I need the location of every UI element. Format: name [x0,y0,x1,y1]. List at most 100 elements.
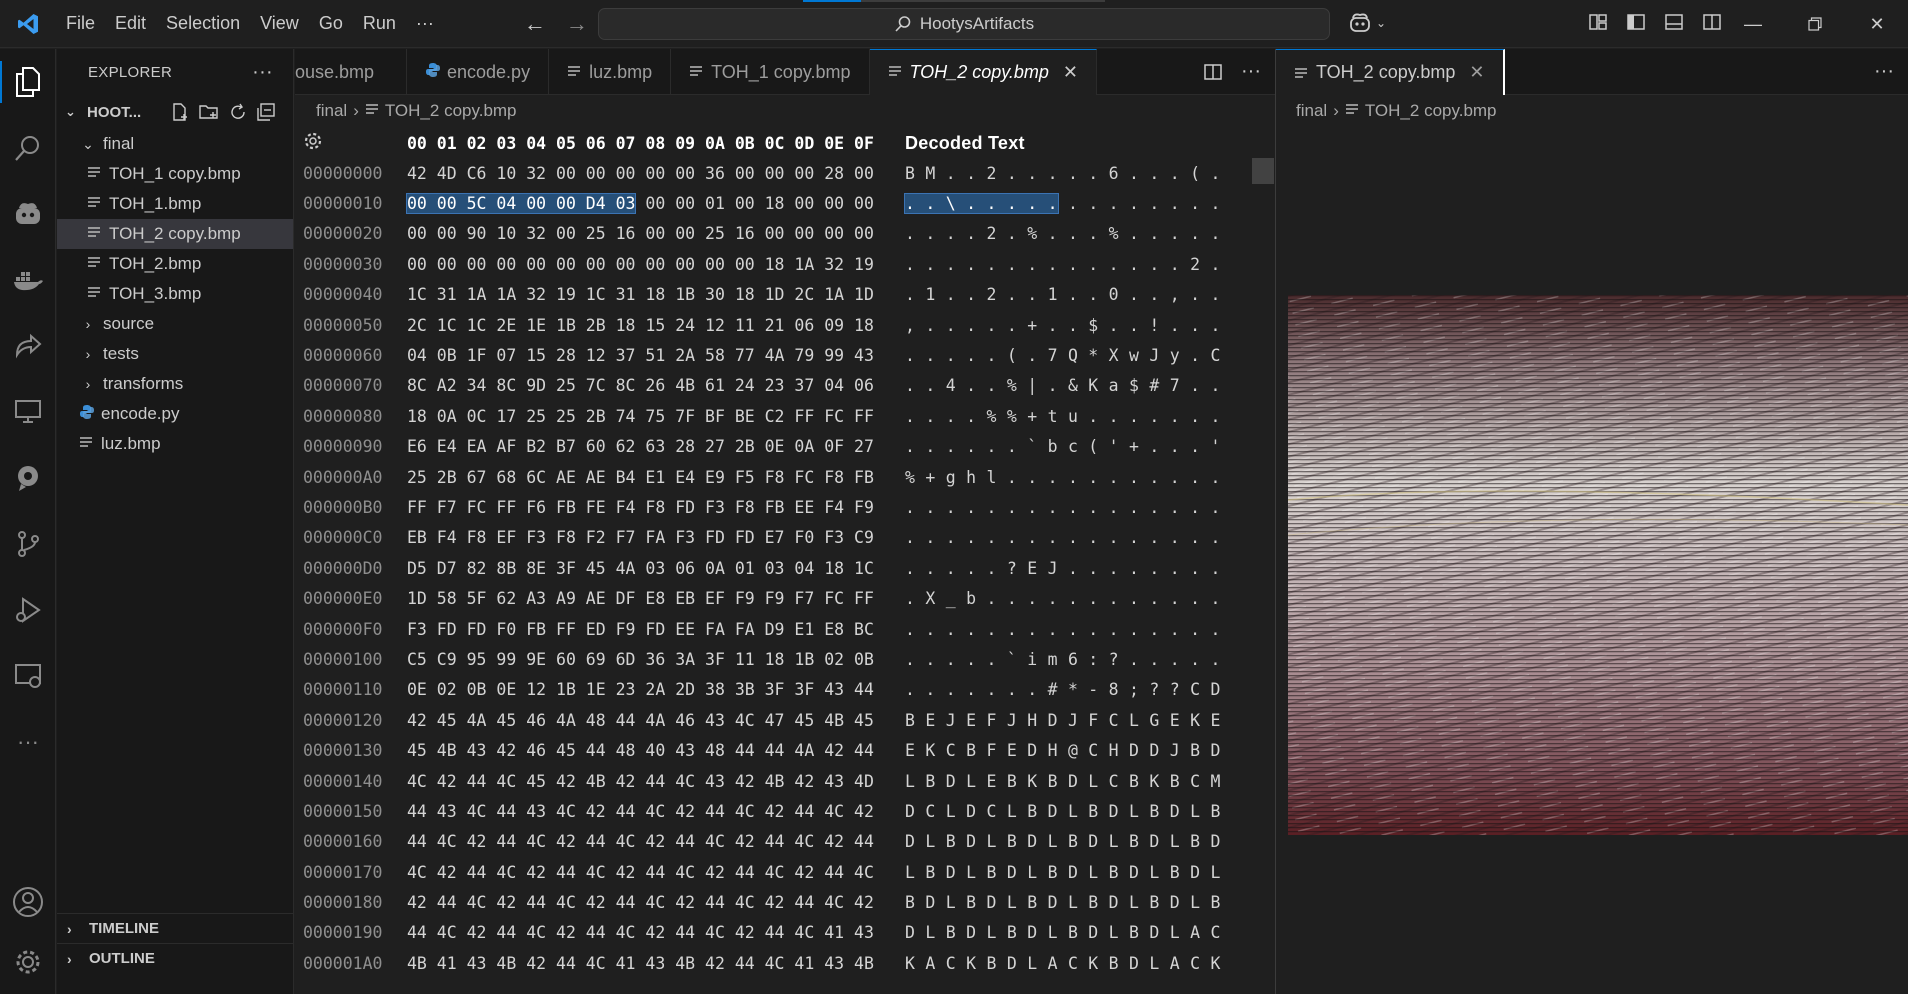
editor-tab[interactable]: TOH_1 copy.bmp [671,49,870,95]
command-center-search[interactable]: HootysArtifacts [598,8,1330,40]
run-debug-icon[interactable] [0,577,56,643]
hex-row[interactable]: 00000130 45 4B 43 42 46 45 44 48 40 43 48… [295,735,1275,765]
decoded-text[interactable]: . . . . . . . . . . . . . . 2 . [895,255,1235,274]
hex-row[interactable]: 00000010 00 00 5C 04 00 00 D4 03 00 00 01… [295,188,1275,218]
hex-row[interactable]: 00000160 44 4C 42 44 4C 42 44 4C 42 44 4C… [295,827,1275,857]
toggle-secondary-sidebar-icon[interactable] [1702,12,1722,32]
hex-bytes[interactable]: F3 FD FD F0 FB FF ED F9 FD EE FA FA D9 E… [407,620,895,639]
back-arrow-icon[interactable]: ← [524,11,546,37]
decoded-text[interactable]: % + g h l . . . . . . . . . . . [895,468,1235,487]
breadcrumb-folder[interactable]: final [316,101,347,121]
decoded-text[interactable]: . . 4 . . % | . & K a $ # 7 . . [895,376,1235,395]
hex-bytes[interactable]: E6 E4 EA AF B2 B7 60 62 63 28 27 2B 0E 0… [407,437,895,456]
live-share-icon[interactable] [0,313,56,379]
decoded-text[interactable]: . . . . . ? E J . . . . . . . . [895,559,1235,578]
hex-row[interactable]: 00000030 00 00 00 00 00 00 00 00 00 00 00… [295,249,1275,279]
hex-row[interactable]: 00000090 E6 E4 EA AF B2 B7 60 62 63 28 27… [295,432,1275,462]
hex-bytes[interactable]: 25 2B 67 68 6C AE AE B4 E1 E4 E9 F5 F8 F… [407,468,895,487]
remote-window-icon[interactable] [0,643,56,709]
editor-tab[interactable]: TOH_2 copy.bmp ✕ [869,49,1098,95]
more-actions-icon[interactable]: ··· [1874,60,1894,83]
tree-item[interactable]: ⌄ final [57,129,293,159]
hex-bytes[interactable]: 0E 02 0B 0E 12 1B 1E 23 2A 2D 38 3B 3F 3… [407,680,895,699]
hex-bytes[interactable]: 2C 1C 1C 2E 1E 1B 2B 18 15 24 12 11 21 0… [407,316,895,335]
hex-row[interactable]: 00000190 44 4C 42 44 4C 42 44 4C 42 44 4C… [295,918,1275,948]
tree-item[interactable]: TOH_3.bmp [57,279,293,309]
decoded-text[interactable]: . . . . 2 . % . . . % . . . . . [895,224,1235,243]
decoded-text[interactable]: . . . . % % + t u . . . . . . . [895,407,1235,426]
copilot-button[interactable]: ⌄ [1348,12,1386,34]
decoded-text[interactable]: K A C K B D L A C K B D L A C K [895,954,1235,973]
hex-row[interactable]: 000000F0 F3 FD FD F0 FB FF ED F9 FD EE FA… [295,614,1275,644]
hex-row[interactable]: 00000070 8C A2 34 8C 9D 25 7C 8C 26 4B 61… [295,371,1275,401]
close-tab-icon[interactable]: ✕ [1063,62,1078,83]
tree-item[interactable]: › transforms [57,369,293,399]
hex-bytes[interactable]: 8C A2 34 8C 9D 25 7C 8C 26 4B 61 24 23 3… [407,376,895,395]
hex-row[interactable]: 000000A0 25 2B 67 68 6C AE AE B4 E1 E4 E9… [295,462,1275,492]
hex-bytes[interactable]: 42 4D C6 10 32 00 00 00 00 00 36 00 00 0… [407,164,895,183]
tree-item[interactable]: › source [57,309,293,339]
hex-bytes[interactable]: C5 C9 95 99 9E 60 69 6D 36 3A 3F 11 18 1… [407,650,895,669]
more-actions-icon[interactable]: ··· [1241,60,1261,83]
hex-row[interactable]: 000000D0 D5 D7 82 8B 8E 3F 45 4A 03 06 0A… [295,553,1275,583]
more-views-icon[interactable]: ··· [0,709,56,775]
decoded-text[interactable]: L B D L B D L B D L B D L B D L [895,863,1235,882]
hex-bytes[interactable]: 44 4C 42 44 4C 42 44 4C 42 44 4C 42 44 4… [407,923,895,942]
close-tab-icon[interactable]: ✕ [1469,62,1484,83]
outline-section[interactable]: › OUTLINE [57,943,293,973]
decoded-text[interactable]: . . . . . ` i m 6 : ? . . . . . [895,650,1235,669]
hex-row[interactable]: 00000050 2C 1C 1C 2E 1E 1B 2B 18 15 24 12… [295,310,1275,340]
menu-file[interactable]: File [56,0,105,48]
customize-layout-icon[interactable] [1588,12,1608,32]
decoded-text[interactable]: D L B D L B D L B D L B D L A C [895,923,1235,942]
split-editor-icon[interactable] [1203,62,1223,82]
new-file-icon[interactable] [171,103,189,121]
remote-explorer-icon[interactable] [0,379,56,445]
hex-row[interactable]: 00000150 44 43 4C 44 43 4C 42 44 4C 42 44… [295,796,1275,826]
menu-run[interactable]: Run [353,0,406,48]
hex-row[interactable]: 000000B0 FF F7 FC FF F6 FB FE F4 F8 FD F3… [295,492,1275,522]
tree-item[interactable]: TOH_1 copy.bmp [57,159,293,189]
hex-settings-gear-icon[interactable] [295,131,407,155]
hex-bytes[interactable]: 44 43 4C 44 43 4C 42 44 4C 42 44 4C 42 4… [407,802,895,821]
hex-bytes[interactable]: D5 D7 82 8B 8E 3F 45 4A 03 06 0A 01 03 0… [407,559,895,578]
forward-arrow-icon[interactable]: → [566,11,588,37]
hex-row[interactable]: 000000C0 EB F4 F8 EF F3 F8 F2 F7 FA F3 FD… [295,523,1275,553]
menu-edit[interactable]: Edit [105,0,156,48]
decoded-text[interactable]: D L B D L B D L B D L B D L B D [895,832,1235,851]
hex-bytes[interactable]: 4B 41 43 4B 42 44 4C 41 43 4B 42 44 4C 4… [407,954,895,973]
gitlens-icon[interactable] [0,445,56,511]
settings-gear-icon[interactable] [0,929,56,994]
menu-more[interactable]: ··· [406,0,444,48]
hex-row[interactable]: 000000E0 1D 58 5F 62 A3 A9 AE DF E8 EB EF… [295,583,1275,613]
hex-row[interactable]: 00000180 42 44 4C 42 44 4C 42 44 4C 42 44… [295,887,1275,917]
hex-bytes[interactable]: 42 44 4C 42 44 4C 42 44 4C 42 44 4C 42 4… [407,893,895,912]
editor-tab[interactable]: ouse.bmp [295,49,407,95]
explorer-icon[interactable] [0,49,56,115]
breadcrumb-folder[interactable]: final [1296,101,1327,121]
restore-icon[interactable] [1784,0,1846,48]
accounts-icon[interactable] [0,869,56,935]
decoded-text[interactable]: . . . . . . . . . . . . . . . . [895,528,1235,547]
tree-item[interactable]: TOH_2 copy.bmp [57,219,293,249]
new-folder-icon[interactable] [199,103,219,121]
breadcrumb-file[interactable]: TOH_2 copy.bmp [385,101,517,121]
hex-row[interactable]: 00000100 C5 C9 95 99 9E 60 69 6D 36 3A 3F… [295,644,1275,674]
decoded-text[interactable]: L B D L E B K B D L C B K B C M [895,772,1235,791]
decoded-text[interactable]: . . . . . . . . . . . . . . . . [895,620,1235,639]
tree-item[interactable]: luz.bmp [57,429,293,459]
decoded-text[interactable]: . . . . . . ` b c ( ' + . . . ' [895,437,1235,456]
decoded-text[interactable]: D C L D C L B D L B D L B D L B [895,802,1235,821]
docker-icon[interactable] [0,247,56,313]
hex-row[interactable]: 00000110 0E 02 0B 0E 12 1B 1E 23 2A 2D 38… [295,675,1275,705]
hex-row[interactable]: 00000020 00 00 90 10 32 00 25 16 00 00 25… [295,219,1275,249]
decoded-text[interactable]: E K C B F E D H @ C H D D J B D [895,741,1235,760]
hex-row[interactable]: 00000080 18 0A 0C 17 25 25 2B 74 75 7F BF… [295,401,1275,431]
decoded-text[interactable]: . . . . . . . # * - 8 ; ? ? C D [895,680,1235,699]
hex-bytes[interactable]: 4C 42 44 4C 42 44 4C 42 44 4C 42 44 4C 4… [407,863,895,882]
hex-bytes[interactable]: 1C 31 1A 1A 32 19 1C 31 18 1B 30 18 1D 2… [407,285,895,304]
source-control-icon[interactable] [0,511,56,577]
decoded-text[interactable]: . X _ b . . . . . . . . . . . . [895,589,1235,608]
hex-row[interactable]: 00000140 4C 42 44 4C 45 42 4B 42 44 4C 43… [295,766,1275,796]
hex-bytes[interactable]: 42 45 4A 45 46 4A 48 44 4A 46 43 4C 47 4… [407,711,895,730]
